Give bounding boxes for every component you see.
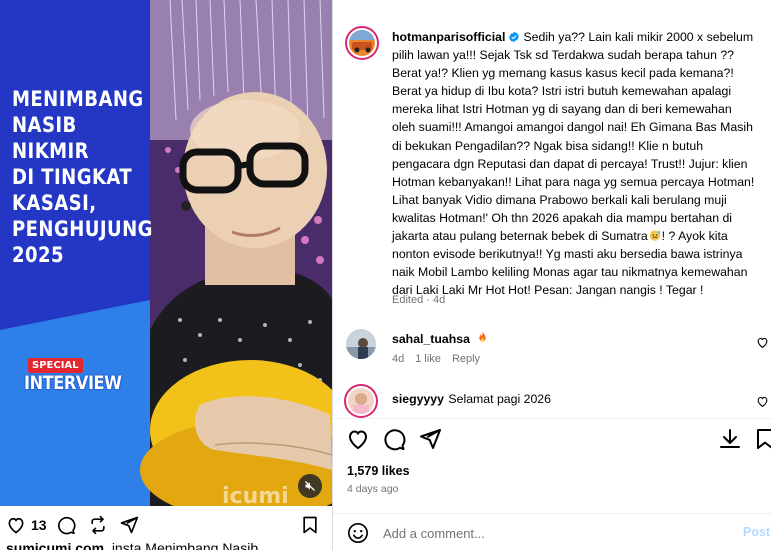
send-icon[interactable] xyxy=(418,427,442,451)
comment-meta: 4d 1 like Reply xyxy=(392,353,491,365)
badge-special-label: SPECIAL xyxy=(28,358,83,373)
edited-label: Edited xyxy=(392,294,424,306)
repost-button[interactable] xyxy=(88,514,108,536)
bookmark-icon[interactable] xyxy=(753,427,771,451)
post-time[interactable]: 4 days ago xyxy=(347,483,398,495)
special-interview-badge: SPECIAL INTERVIEW xyxy=(22,358,122,402)
like-group: 13 xyxy=(6,514,47,536)
post-comment-button[interactable]: Post xyxy=(743,525,770,539)
fire-emoji-icon xyxy=(479,331,487,343)
comment-username[interactable]: sahal_tuahsa xyxy=(392,332,470,346)
edited-separator: · xyxy=(423,294,433,306)
sweat-emoji-icon xyxy=(649,230,660,241)
like-heart-icon[interactable] xyxy=(346,427,370,451)
post-action-bar: 1,579 likes 4 days ago xyxy=(333,419,771,519)
author-avatar[interactable] xyxy=(345,26,379,60)
author-avatar-image xyxy=(349,30,375,56)
caption-username[interactable]: hotmanparisofficial xyxy=(392,30,505,44)
post-photo[interactable]: MENIMBANG NASIB NIKMIR DI TINGKAT KASASI… xyxy=(0,0,332,506)
comment-like-heart-icon[interactable] xyxy=(756,395,769,408)
add-comment-bar: Post xyxy=(333,514,771,550)
comment-like-heart-icon[interactable] xyxy=(756,336,769,349)
mute-button[interactable] xyxy=(298,474,322,498)
watermark: icumi xyxy=(222,484,289,506)
edited-time[interactable]: 4d xyxy=(433,294,445,306)
badge-interview-label: INTERVIEW xyxy=(24,372,122,394)
commenter-avatar-image xyxy=(346,329,376,359)
comment-icon[interactable] xyxy=(382,427,406,451)
comment-time[interactable]: 4d xyxy=(392,353,404,365)
download-icon[interactable] xyxy=(718,427,742,451)
emoji-icon[interactable] xyxy=(347,522,369,544)
commenter-avatar[interactable] xyxy=(346,329,376,359)
media-caption-user[interactable]: sumicumi.com xyxy=(6,540,104,550)
comment-text: Selamat pagi 2026 xyxy=(448,392,551,406)
reply-button[interactable]: Reply xyxy=(452,353,480,365)
send-icon xyxy=(120,516,139,534)
comment-body: sahal_tuahsa xyxy=(392,330,489,348)
media-action-bar: 13 xyxy=(0,506,332,542)
comment-username[interactable]: siegyyyy xyxy=(392,392,444,406)
post-media-pane: MENIMBANG NASIB NIKMIR DI TINGKAT KASASI… xyxy=(0,0,332,550)
heart-icon[interactable] xyxy=(6,515,26,535)
comment-body: siegyyyy Selamat pagi 2026 xyxy=(392,390,551,408)
speaker-muted-icon xyxy=(305,481,315,491)
verified-badge-icon xyxy=(509,31,520,43)
comment-icon xyxy=(58,516,76,535)
like-count: 13 xyxy=(31,517,47,533)
media-caption-preview: sumicumi.com_insta Menimbang Nasib... xyxy=(6,540,332,550)
caption-meta: Edited · 4d xyxy=(392,294,445,306)
bookmark-icon xyxy=(303,516,317,534)
caption-text: Sedih ya?? Lain kali mikir 2000 x sebelu… xyxy=(392,30,755,244)
comment-button[interactable] xyxy=(56,514,76,536)
post-headline: MENIMBANG NASIB NIKMIR DI TINGKAT KASASI… xyxy=(12,87,153,267)
media-caption-text: _insta Menimbang Nasib... xyxy=(104,540,270,550)
comment-input[interactable] xyxy=(383,523,723,543)
share-button[interactable] xyxy=(119,514,139,536)
post-caption: hotmanparisofficial Sedih ya?? Lain kali … xyxy=(392,28,758,299)
likes-count[interactable]: 1,579 likes xyxy=(347,464,410,478)
repost-icon xyxy=(91,515,105,535)
comments-pane: hotmanparisofficial Sedih ya?? Lain kali … xyxy=(333,0,771,418)
comment-likes[interactable]: 1 like xyxy=(415,353,441,365)
commenter-avatar[interactable] xyxy=(344,384,378,418)
commenter-avatar-image xyxy=(348,388,374,414)
save-button-media[interactable] xyxy=(300,514,320,536)
